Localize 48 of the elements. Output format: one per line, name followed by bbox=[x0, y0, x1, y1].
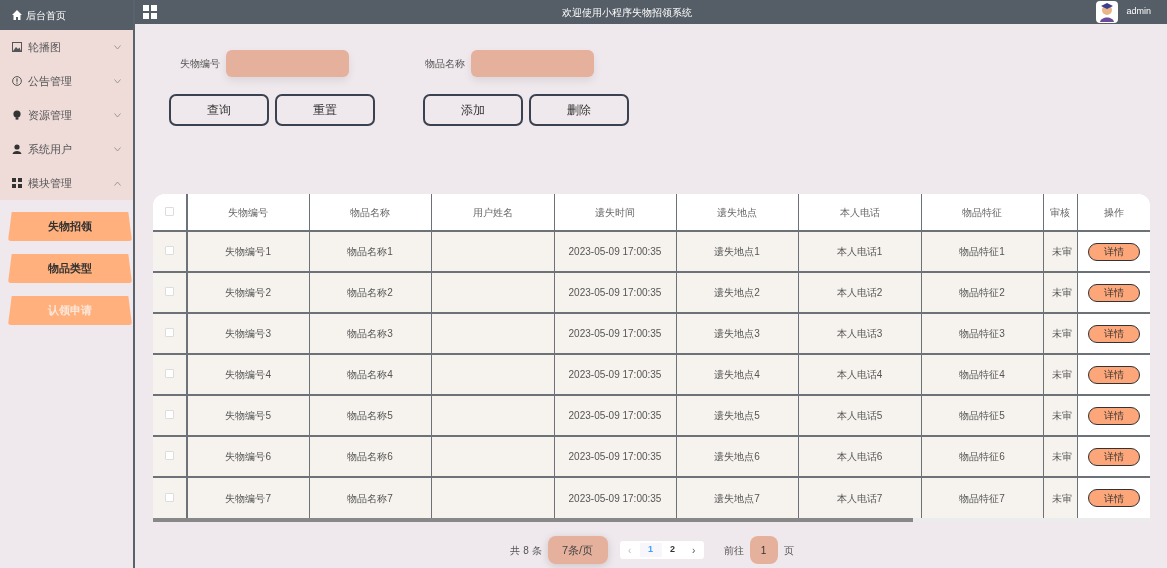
checkbox[interactable] bbox=[165, 287, 174, 296]
user-icon bbox=[12, 144, 22, 154]
checkbox[interactable] bbox=[165, 451, 174, 460]
details-button[interactable]: 详情 bbox=[1087, 324, 1140, 343]
home-icon[interactable] bbox=[12, 10, 22, 20]
action-button[interactable]: 删除 bbox=[529, 94, 629, 126]
page-input[interactable]: 1 bbox=[749, 536, 778, 564]
submenu-item[interactable]: 物品类型 bbox=[8, 254, 132, 283]
details-button[interactable]: 详情 bbox=[1087, 242, 1140, 261]
checkbox[interactable] bbox=[165, 206, 174, 216]
user-name[interactable]: admin bbox=[1126, 5, 1151, 19]
details-button[interactable]: 详情 bbox=[1087, 406, 1140, 425]
grid-icon bbox=[12, 178, 22, 188]
grid-icon[interactable] bbox=[143, 5, 157, 19]
field-label: 失物编号 bbox=[180, 57, 220, 71]
menu-item[interactable]: 公告管理 bbox=[0, 64, 133, 98]
checkbox[interactable] bbox=[165, 369, 174, 378]
menu-item[interactable]: 资源管理 bbox=[0, 98, 133, 132]
page-number[interactable]: 2 bbox=[661, 543, 684, 557]
input-field[interactable] bbox=[226, 50, 349, 77]
action-button[interactable]: 重置 bbox=[275, 94, 375, 126]
total-count: 共 8 条 bbox=[510, 543, 542, 558]
info-icon bbox=[12, 76, 22, 86]
details-button[interactable]: 详情 bbox=[1087, 447, 1140, 466]
action-button[interactable]: 添加 bbox=[423, 94, 523, 126]
image-icon bbox=[12, 42, 22, 52]
checkbox[interactable] bbox=[165, 410, 174, 419]
checkbox[interactable] bbox=[165, 246, 174, 255]
goto-suffix: 页 bbox=[783, 543, 794, 558]
details-button[interactable]: 详情 bbox=[1087, 365, 1140, 384]
avatar-icon[interactable] bbox=[1096, 1, 1119, 23]
next-button[interactable]: › bbox=[683, 542, 704, 558]
goto-label: 前往 bbox=[723, 543, 744, 558]
checkbox[interactable] bbox=[165, 328, 174, 337]
input-field[interactable] bbox=[471, 50, 594, 77]
details-button[interactable]: 详情 bbox=[1087, 489, 1140, 507]
details-button[interactable]: 详情 bbox=[1087, 283, 1140, 302]
action-button[interactable]: 查询 bbox=[169, 94, 269, 126]
submenu-item[interactable]: 失物招领 bbox=[8, 212, 132, 241]
menu-item[interactable]: 模块管理 bbox=[0, 166, 133, 200]
checkbox[interactable] bbox=[165, 492, 174, 502]
menu-item[interactable]: 轮播图 bbox=[0, 30, 133, 64]
bulb-icon bbox=[12, 110, 22, 120]
system-title: 欢迎使用小程序失物招领系统 bbox=[560, 5, 693, 20]
page-size-select[interactable]: 7条/页 bbox=[547, 536, 608, 564]
field-label: 物品名称 bbox=[425, 57, 465, 71]
menu-item[interactable]: 系统用户 bbox=[0, 132, 133, 166]
home-link[interactable]: 后台首页 bbox=[26, 7, 66, 23]
